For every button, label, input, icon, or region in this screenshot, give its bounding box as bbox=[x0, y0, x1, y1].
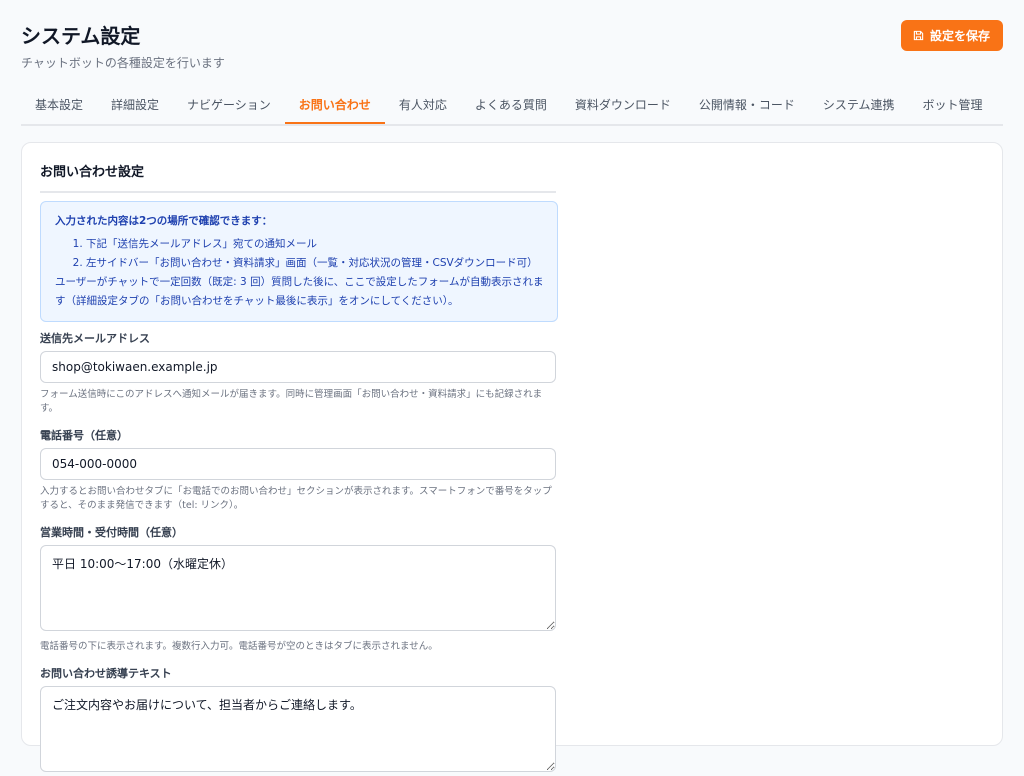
email-help: フォーム送信時にこのアドレスへ通知メールが届きます。同時に管理画面「お問い合わせ… bbox=[40, 389, 543, 414]
hours-help: 電話番号の下に表示されます。複数行入力可。電話番号が空のときはタブに表示されませ… bbox=[40, 641, 438, 652]
info-box: 入力された内容は2つの場所で確認できます： 下記「送信先メールアドレス」宛ての通… bbox=[40, 201, 558, 322]
tab-advanced[interactable]: 詳細設定 bbox=[97, 90, 173, 122]
email-label: 送信先メールアドレス bbox=[40, 332, 150, 345]
guide-field-group: お問い合わせ誘導テキスト ご注文内容やお届けについて、担当者からご連絡します。 bbox=[40, 665, 556, 776]
phone-help: 入力するとお問い合わせタブに「お電話でのお問い合わせ」セクションが表示されます。… bbox=[40, 486, 552, 511]
info-list-item: 左サイドバー「お問い合わせ・資料請求」画面（一覧・対応状況の管理・CSVダウンロ… bbox=[86, 254, 545, 273]
info-list-item: 下記「送信先メールアドレス」宛ての通知メール bbox=[86, 235, 545, 254]
page-title: システム設定 bbox=[21, 24, 141, 48]
tab-basic[interactable]: 基本設定 bbox=[21, 90, 97, 122]
guide-textarea[interactable]: ご注文内容やお届けについて、担当者からご連絡します。 bbox=[40, 686, 556, 772]
page-subtitle: チャットボットの各種設定を行います bbox=[21, 56, 225, 70]
save-button-label: 設定を保存 bbox=[929, 29, 990, 43]
tab-integrations[interactable]: システム連携 bbox=[809, 90, 909, 122]
hours-field-group: 営業時間・受付時間（任意） 平日 10:00〜17:00（水曜定休） 電話番号の… bbox=[40, 524, 556, 654]
info-note: ユーザーがチャットで一定回数（既定: 3 回）質問した後に、ここで設定したフォー… bbox=[55, 276, 544, 307]
save-icon bbox=[913, 30, 924, 41]
tab-faq[interactable]: よくある質問 bbox=[461, 90, 561, 122]
guide-label: お問い合わせ誘導テキスト bbox=[40, 667, 172, 680]
email-field[interactable] bbox=[40, 351, 556, 383]
tab-public-code[interactable]: 公開情報・コード bbox=[685, 90, 809, 122]
tab-contact[interactable]: お問い合わせ bbox=[284, 90, 385, 124]
section-title: お問い合わせ設定 bbox=[40, 161, 556, 193]
info-heading: 入力された内容は2つの場所で確認できます： bbox=[55, 215, 273, 227]
phone-label: 電話番号（任意） bbox=[40, 429, 128, 442]
settings-tabs: 基本設定 詳細設定 ナビゲーション お問い合わせ 有人対応 よくある質問 資料ダ… bbox=[21, 90, 1003, 126]
info-list: 下記「送信先メールアドレス」宛ての通知メール 左サイドバー「お問い合わせ・資料請… bbox=[55, 235, 545, 273]
page-header: システム設定 チャットボットの各種設定を行います 設定を保存 bbox=[21, 20, 1003, 72]
phone-field[interactable] bbox=[40, 448, 556, 480]
save-settings-button[interactable]: 設定を保存 bbox=[900, 20, 1003, 51]
tab-live-support[interactable]: 有人対応 bbox=[385, 90, 461, 122]
phone-field-group: 電話番号（任意） 入力するとお問い合わせタブに「お電話でのお問い合わせ」セクショ… bbox=[40, 427, 556, 513]
hours-label: 営業時間・受付時間（任意） bbox=[40, 526, 183, 539]
tab-bot-management[interactable]: ボット管理 bbox=[909, 90, 997, 122]
tab-downloads[interactable]: 資料ダウンロード bbox=[561, 90, 685, 122]
email-field-group: 送信先メールアドレス フォーム送信時にこのアドレスへ通知メールが届きます。同時に… bbox=[40, 330, 556, 416]
tab-navigation[interactable]: ナビゲーション bbox=[173, 90, 285, 122]
contact-settings-panel: お問い合わせ設定 入力された内容は2つの場所で確認できます： 下記「送信先メール… bbox=[21, 142, 1003, 772]
hours-textarea[interactable]: 平日 10:00〜17:00（水曜定休） bbox=[40, 545, 556, 631]
